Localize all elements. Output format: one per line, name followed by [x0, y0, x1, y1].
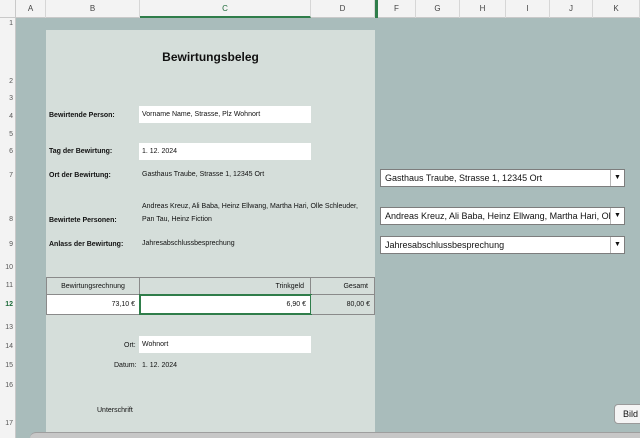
- ort-field[interactable]: Wohnort: [139, 336, 311, 353]
- column-header-j[interactable]: J: [550, 0, 593, 18]
- column-header-i[interactable]: I: [506, 0, 550, 18]
- row-header-bar: 1 2 3 4 5 6 7 8 9 10 11 12 13 14 15 16 1…: [0, 18, 16, 438]
- invoice-amount-cell[interactable]: 73,10 €: [47, 295, 140, 314]
- row-header[interactable]: 7: [0, 172, 16, 179]
- host-label: Bewirtende Person:: [49, 112, 115, 119]
- row-header[interactable]: 1: [0, 20, 16, 27]
- place-dropdown-value: Gasthaus Traube, Strasse 1, 12345 Ort: [385, 173, 543, 183]
- date-label: Tag der Bewirtung:: [49, 148, 113, 155]
- receipt-form-background: [46, 30, 375, 438]
- row-header[interactable]: 10: [0, 264, 16, 271]
- column-header-b[interactable]: B: [46, 0, 140, 18]
- datum-value[interactable]: 1. 12. 2024: [142, 360, 177, 372]
- row-header[interactable]: 6: [0, 148, 16, 155]
- place-value[interactable]: Gasthaus Traube, Strasse 1, 12345 Ort: [142, 169, 264, 181]
- chevron-down-icon[interactable]: ▼: [610, 208, 624, 224]
- column-header-d[interactable]: D: [311, 0, 375, 18]
- column-header-c[interactable]: C: [140, 0, 311, 18]
- table-header-invoice: Bewirtungsrechnung: [47, 278, 140, 295]
- guests-dropdown[interactable]: Andreas Kreuz, Ali Baba, Heinz Ellwang, …: [380, 207, 625, 225]
- row-header[interactable]: 2: [0, 78, 16, 85]
- column-header-bar: A B C D F G H I J K: [0, 0, 640, 18]
- guests-value-line2[interactable]: Pan Tau, Heinz Fiction: [142, 214, 372, 226]
- signature-label: Unterschrift: [97, 407, 133, 414]
- row-header[interactable]: 14: [0, 343, 16, 350]
- row-header[interactable]: 3: [0, 95, 16, 102]
- occasion-dropdown[interactable]: Jahresabschlussbesprechung ▼: [380, 236, 625, 254]
- row-header[interactable]: 4: [0, 113, 16, 120]
- place-label: Ort der Bewirtung:: [49, 172, 111, 179]
- amounts-table: Bewirtungsrechnung Trinkgeld Gesamt 73,1…: [46, 277, 375, 315]
- column-header-g[interactable]: G: [416, 0, 460, 18]
- table-header-total: Gesamt: [311, 278, 374, 295]
- occasion-label: Anlass der Bewirtung:: [49, 241, 124, 248]
- row-header[interactable]: 15: [0, 362, 16, 369]
- row-header[interactable]: 5: [0, 131, 16, 138]
- row-header-selected[interactable]: 12: [0, 301, 16, 308]
- datum-label: Datum:: [114, 362, 137, 369]
- ort-label: Ort:: [124, 342, 136, 349]
- occasion-value[interactable]: Jahresabschlussbesprechung: [142, 238, 235, 250]
- place-dropdown[interactable]: Gasthaus Traube, Strasse 1, 12345 Ort ▼: [380, 169, 625, 187]
- tip-amount-cell[interactable]: 6,90 €: [139, 294, 312, 315]
- row-header[interactable]: 17: [0, 420, 16, 427]
- bild-button[interactable]: Bild: [614, 404, 640, 424]
- guests-dropdown-value: Andreas Kreuz, Ali Baba, Heinz Ellwang, …: [385, 211, 624, 221]
- table-header-tip: Trinkgeld: [140, 278, 311, 295]
- row-header[interactable]: 16: [0, 382, 16, 389]
- column-header-k[interactable]: K: [593, 0, 640, 18]
- row-header[interactable]: 13: [0, 324, 16, 331]
- receipt-title: Bewirtungsbeleg: [162, 50, 259, 64]
- chevron-down-icon[interactable]: ▼: [610, 237, 624, 253]
- row-header[interactable]: 9: [0, 241, 16, 248]
- guests-value-line1[interactable]: Andreas Kreuz, Ali Baba, Heinz Ellwang, …: [142, 201, 372, 213]
- chevron-down-icon[interactable]: ▼: [610, 170, 624, 186]
- sheet-tab-bar[interactable]: [30, 432, 640, 438]
- host-field[interactable]: Vorname Name, Strasse, Plz Wohnort: [139, 106, 311, 123]
- column-header-a[interactable]: A: [16, 0, 46, 18]
- date-field[interactable]: 1. 12. 2024: [139, 143, 311, 160]
- column-header-h[interactable]: H: [460, 0, 506, 18]
- row-header[interactable]: 11: [0, 282, 16, 289]
- guests-label: Bewirtete Personen:: [49, 217, 117, 224]
- occasion-dropdown-value: Jahresabschlussbesprechung: [385, 240, 505, 250]
- select-all-corner[interactable]: [0, 0, 16, 18]
- row-header[interactable]: 8: [0, 216, 16, 223]
- column-header-f[interactable]: F: [378, 0, 416, 18]
- total-amount-cell[interactable]: 80,00 €: [311, 295, 374, 314]
